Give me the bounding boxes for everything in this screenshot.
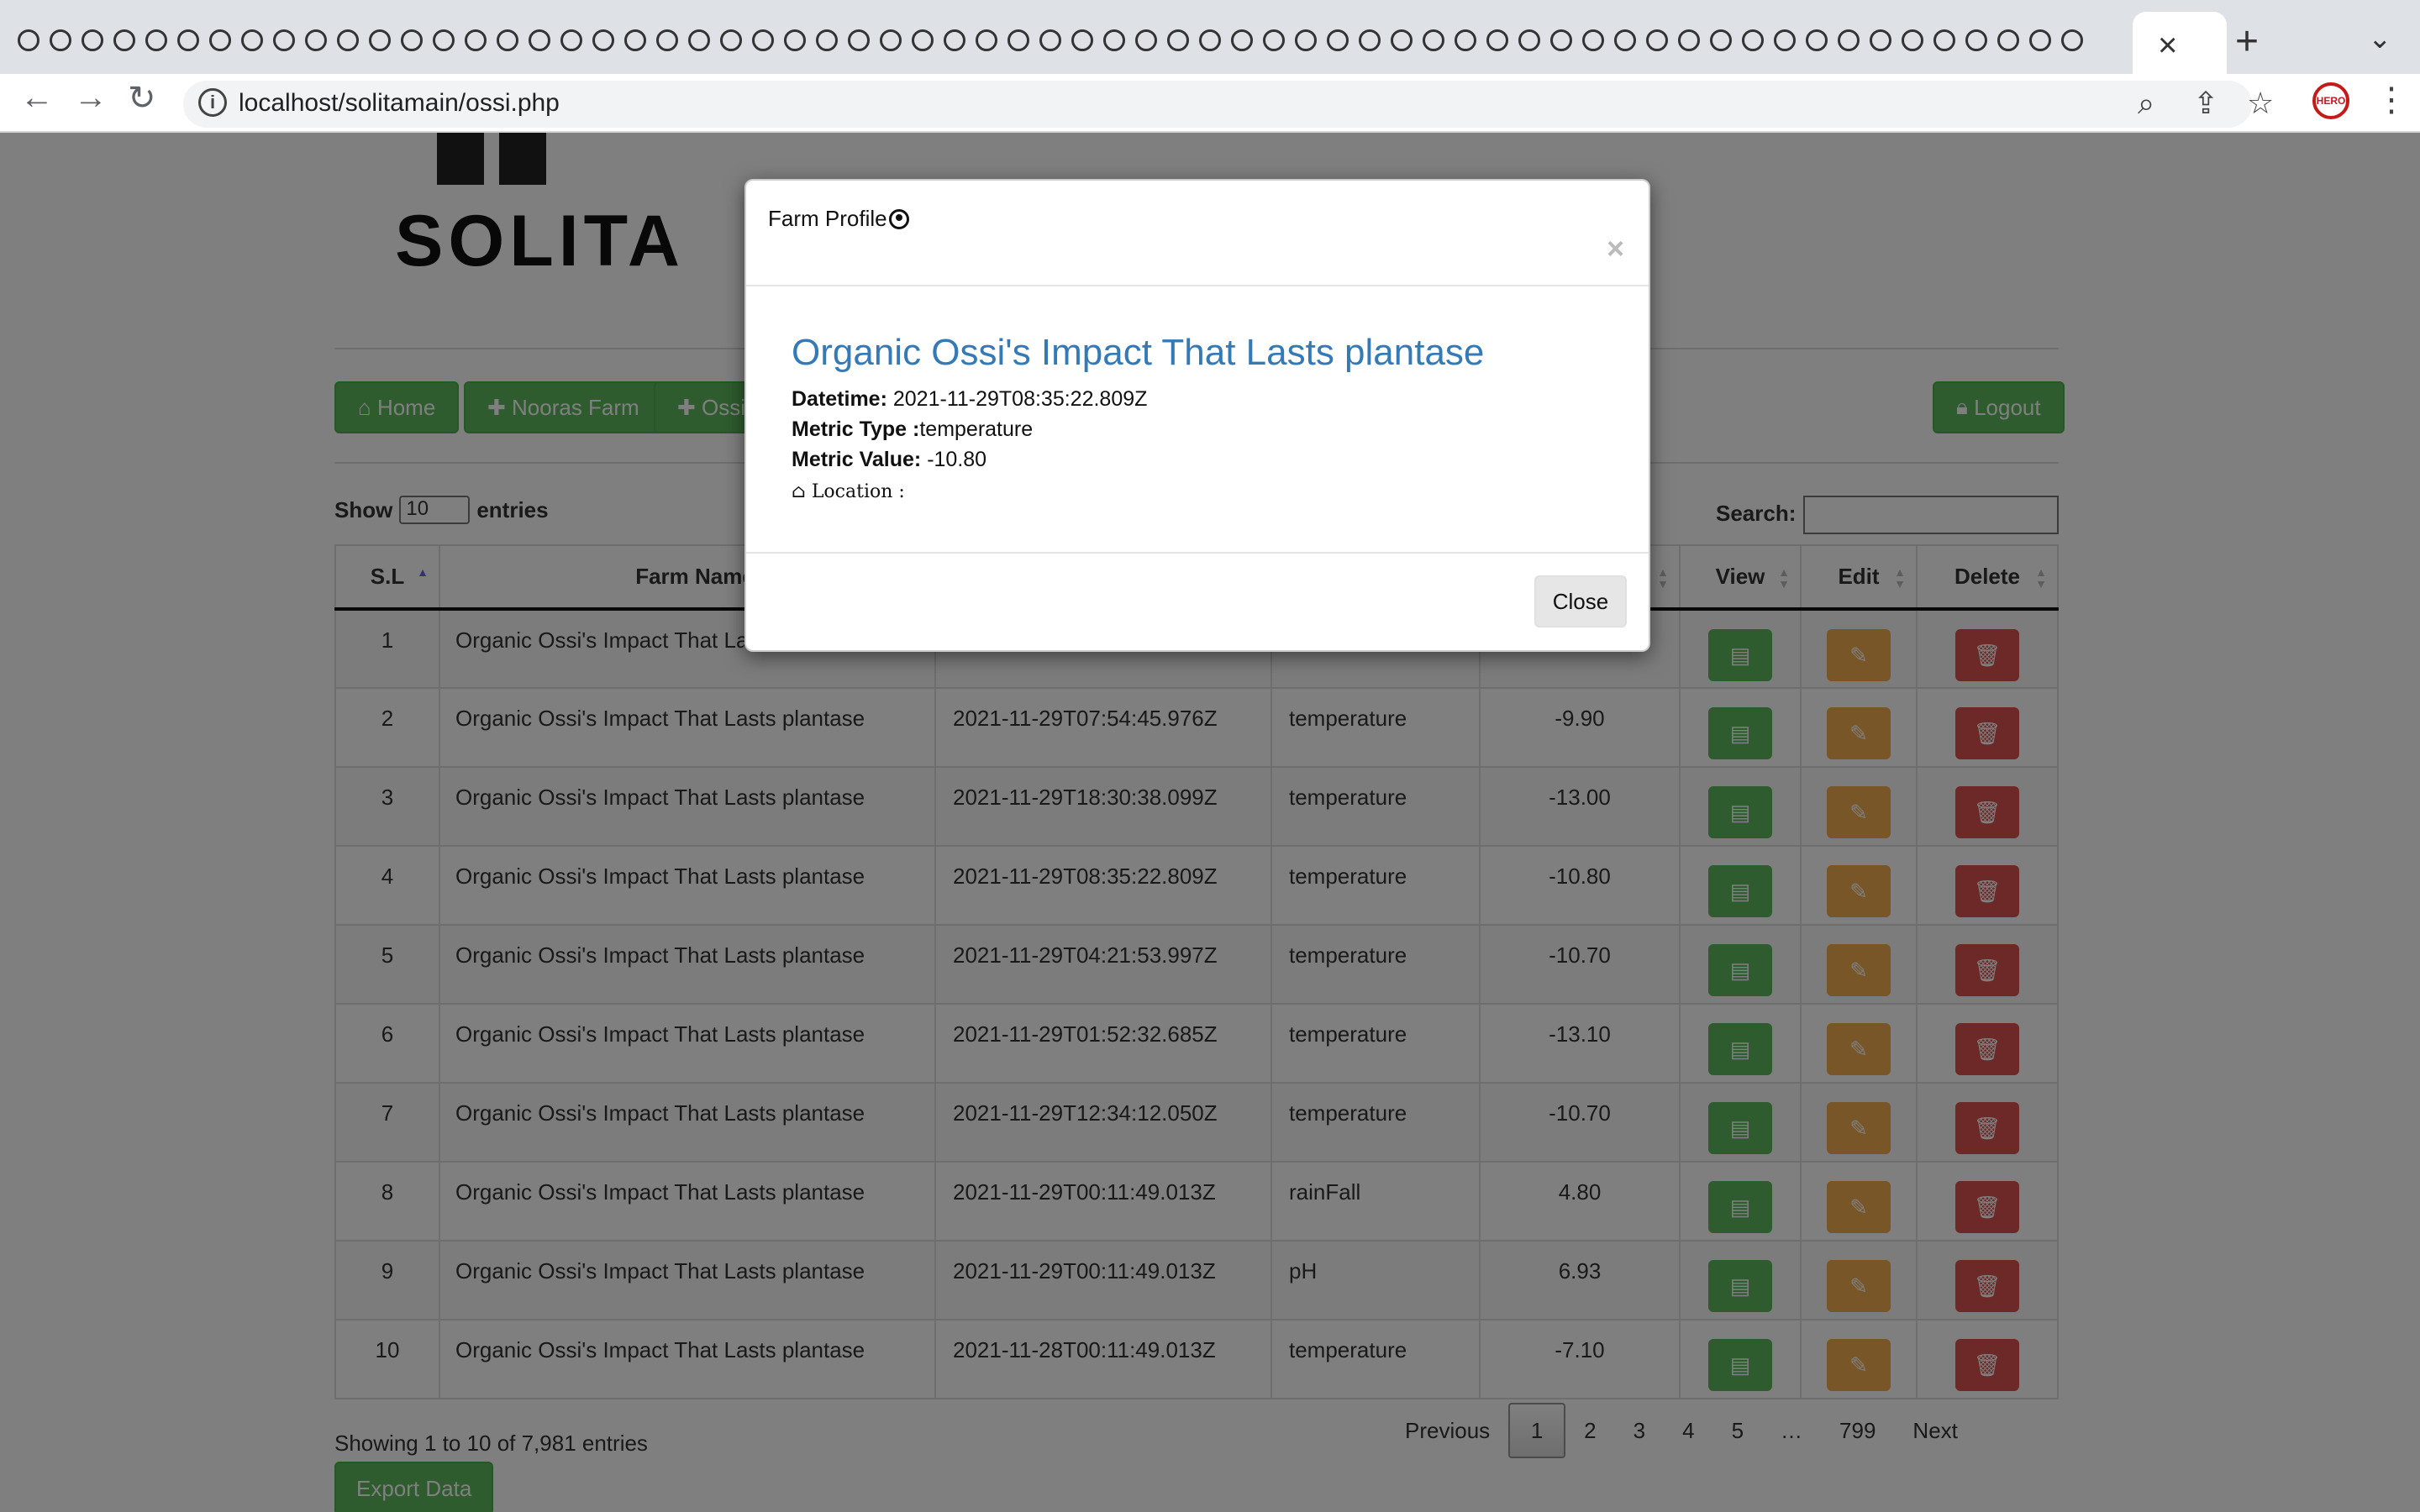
tab-favicon-icon[interactable] <box>1450 25 1481 55</box>
tab-favicon-icon[interactable] <box>1291 25 1321 55</box>
tab-favicon-icon[interactable] <box>588 25 618 55</box>
tab-favicon-icon[interactable] <box>1418 25 1449 55</box>
tab-favicon-icon[interactable] <box>684 25 714 55</box>
zoom-icon[interactable]: ⌕ <box>2138 86 2154 122</box>
modal-title: Farm Profile <box>768 206 909 232</box>
tab-favicon-icon[interactable] <box>1514 25 1544 55</box>
home-icon: ⌂ <box>792 481 806 502</box>
modal-footer-divider <box>746 552 1649 554</box>
tab-favicon-icon[interactable] <box>205 25 235 55</box>
tab-favicon-icon[interactable] <box>1099 25 1129 55</box>
back-arrow-icon[interactable]: ← <box>20 79 54 117</box>
tab-favicon-icon[interactable] <box>2025 25 2055 55</box>
tab-favicon-icon[interactable] <box>1929 25 1960 55</box>
tab-favicon-icon[interactable] <box>620 25 650 55</box>
tab-favicon-icon[interactable] <box>844 25 874 55</box>
tab-favicon-icon[interactable] <box>1770 25 1800 55</box>
reload-icon[interactable]: ↻ <box>128 79 156 118</box>
site-info-icon[interactable]: i <box>198 88 227 117</box>
tab-favicon-icon[interactable] <box>429 25 459 55</box>
tab-favicon-icon[interactable] <box>1610 25 1640 55</box>
farm-title: Organic Ossi's Impact That Lasts plantas… <box>792 332 1485 373</box>
tab-favicon-icon[interactable] <box>1003 25 1034 55</box>
browser-tabstrip: × + ⌄ <box>0 0 2420 84</box>
datetime-field: Datetime: 2021-11-29T08:35:22.809Z <box>792 387 1148 411</box>
tab-favicon-icon[interactable] <box>397 25 427 55</box>
tab-favicon-icon[interactable] <box>2057 25 2087 55</box>
tab-favicon-icon[interactable] <box>1642 25 1672 55</box>
tab-favicon-icon[interactable] <box>524 25 555 55</box>
location-field: ⌂ Location : <box>792 481 905 502</box>
tab-close-icon[interactable]: × <box>2158 27 2177 65</box>
tab-favicon-icon[interactable] <box>939 25 970 55</box>
tab-favicon-icon[interactable] <box>1035 25 1065 55</box>
tab-favicon-icon[interactable] <box>1897 25 1928 55</box>
tab-favicon-icon[interactable] <box>460 25 491 55</box>
pinned-tab-favicons[interactable] <box>13 25 2087 59</box>
tab-favicon-icon[interactable] <box>876 25 906 55</box>
tab-favicon-icon[interactable] <box>908 25 938 55</box>
tab-favicon-icon[interactable] <box>492 25 523 55</box>
tab-favicon-icon[interactable] <box>1131 25 1161 55</box>
tab-favicon-icon[interactable] <box>1802 25 1832 55</box>
tab-favicon-icon[interactable] <box>1546 25 1576 55</box>
modal-close-button[interactable]: Close <box>1534 575 1627 627</box>
tab-favicon-icon[interactable] <box>109 25 139 55</box>
forward-arrow-icon[interactable]: → <box>74 79 108 117</box>
tab-favicon-icon[interactable] <box>748 25 778 55</box>
metric-value-field: Metric Value: -10.80 <box>792 448 987 471</box>
tab-favicon-icon[interactable] <box>1482 25 1512 55</box>
tab-favicon-icon[interactable] <box>716 25 746 55</box>
tab-favicon-icon[interactable] <box>1195 25 1225 55</box>
tab-favicon-icon[interactable] <box>1706 25 1736 55</box>
tab-favicon-icon[interactable] <box>971 25 1002 55</box>
tab-favicon-icon[interactable] <box>1355 25 1385 55</box>
address-bar[interactable]: i localhost/solitamain/ossi.php ⌕ ⇪ ☆ <box>183 81 2274 128</box>
modal-body: Organic Ossi's Impact That Lasts plantas… <box>792 332 1484 502</box>
tab-favicon-icon[interactable] <box>1163 25 1193 55</box>
tab-favicon-icon[interactable] <box>1259 25 1289 55</box>
tab-favicon-icon[interactable] <box>1993 25 2023 55</box>
tab-favicon-icon[interactable] <box>333 25 363 55</box>
new-tab-button[interactable]: + <box>2235 18 2259 65</box>
tab-favicon-icon[interactable] <box>556 25 587 55</box>
tab-favicon-icon[interactable] <box>77 25 108 55</box>
tab-favicon-icon[interactable] <box>1386 25 1417 55</box>
extension-icon[interactable]: HERO <box>2312 82 2349 119</box>
tab-favicon-icon[interactable] <box>1578 25 1608 55</box>
browser-toolbar: ← → ↻ i localhost/solitamain/ossi.php ⌕ … <box>0 74 2420 133</box>
tab-favicon-icon[interactable] <box>301 25 331 55</box>
tab-favicon-icon[interactable] <box>1227 25 1257 55</box>
modal-close-icon[interactable]: × <box>1607 231 1624 266</box>
tab-favicon-icon[interactable] <box>1067 25 1097 55</box>
metric-type-field: Metric Type :temperature <box>792 417 1034 441</box>
bookmark-star-icon[interactable]: ☆ <box>2247 86 2274 121</box>
tab-favicon-icon[interactable] <box>45 25 76 55</box>
tab-search-chevron-icon[interactable]: ⌄ <box>2368 22 2392 55</box>
modal-header: Farm Profile × <box>746 181 1649 286</box>
tab-favicon-icon[interactable] <box>237 25 267 55</box>
tab-favicon-icon[interactable] <box>365 25 395 55</box>
tab-favicon-icon[interactable] <box>812 25 842 55</box>
tab-favicon-icon[interactable] <box>269 25 299 55</box>
tab-favicon-icon[interactable] <box>780 25 810 55</box>
user-circle-icon <box>888 208 909 229</box>
share-icon[interactable]: ⇪ <box>2193 86 2218 121</box>
tab-favicon-icon[interactable] <box>1674 25 1704 55</box>
url-text[interactable]: localhost/solitamain/ossi.php <box>239 89 560 118</box>
tab-favicon-icon[interactable] <box>13 25 44 55</box>
tab-favicon-icon[interactable] <box>1865 25 1896 55</box>
tab-favicon-icon[interactable] <box>173 25 203 55</box>
tab-favicon-icon[interactable] <box>1738 25 1768 55</box>
tab-favicon-icon[interactable] <box>652 25 682 55</box>
browser-menu-icon[interactable]: ⋮ <box>2375 81 2408 119</box>
tab-favicon-icon[interactable] <box>141 25 171 55</box>
tab-favicon-icon[interactable] <box>1833 25 1864 55</box>
farm-profile-modal: Farm Profile × Organic Ossi's Impact Tha… <box>744 179 1650 652</box>
tab-favicon-icon[interactable] <box>1323 25 1353 55</box>
tab-favicon-icon[interactable] <box>1961 25 1991 55</box>
